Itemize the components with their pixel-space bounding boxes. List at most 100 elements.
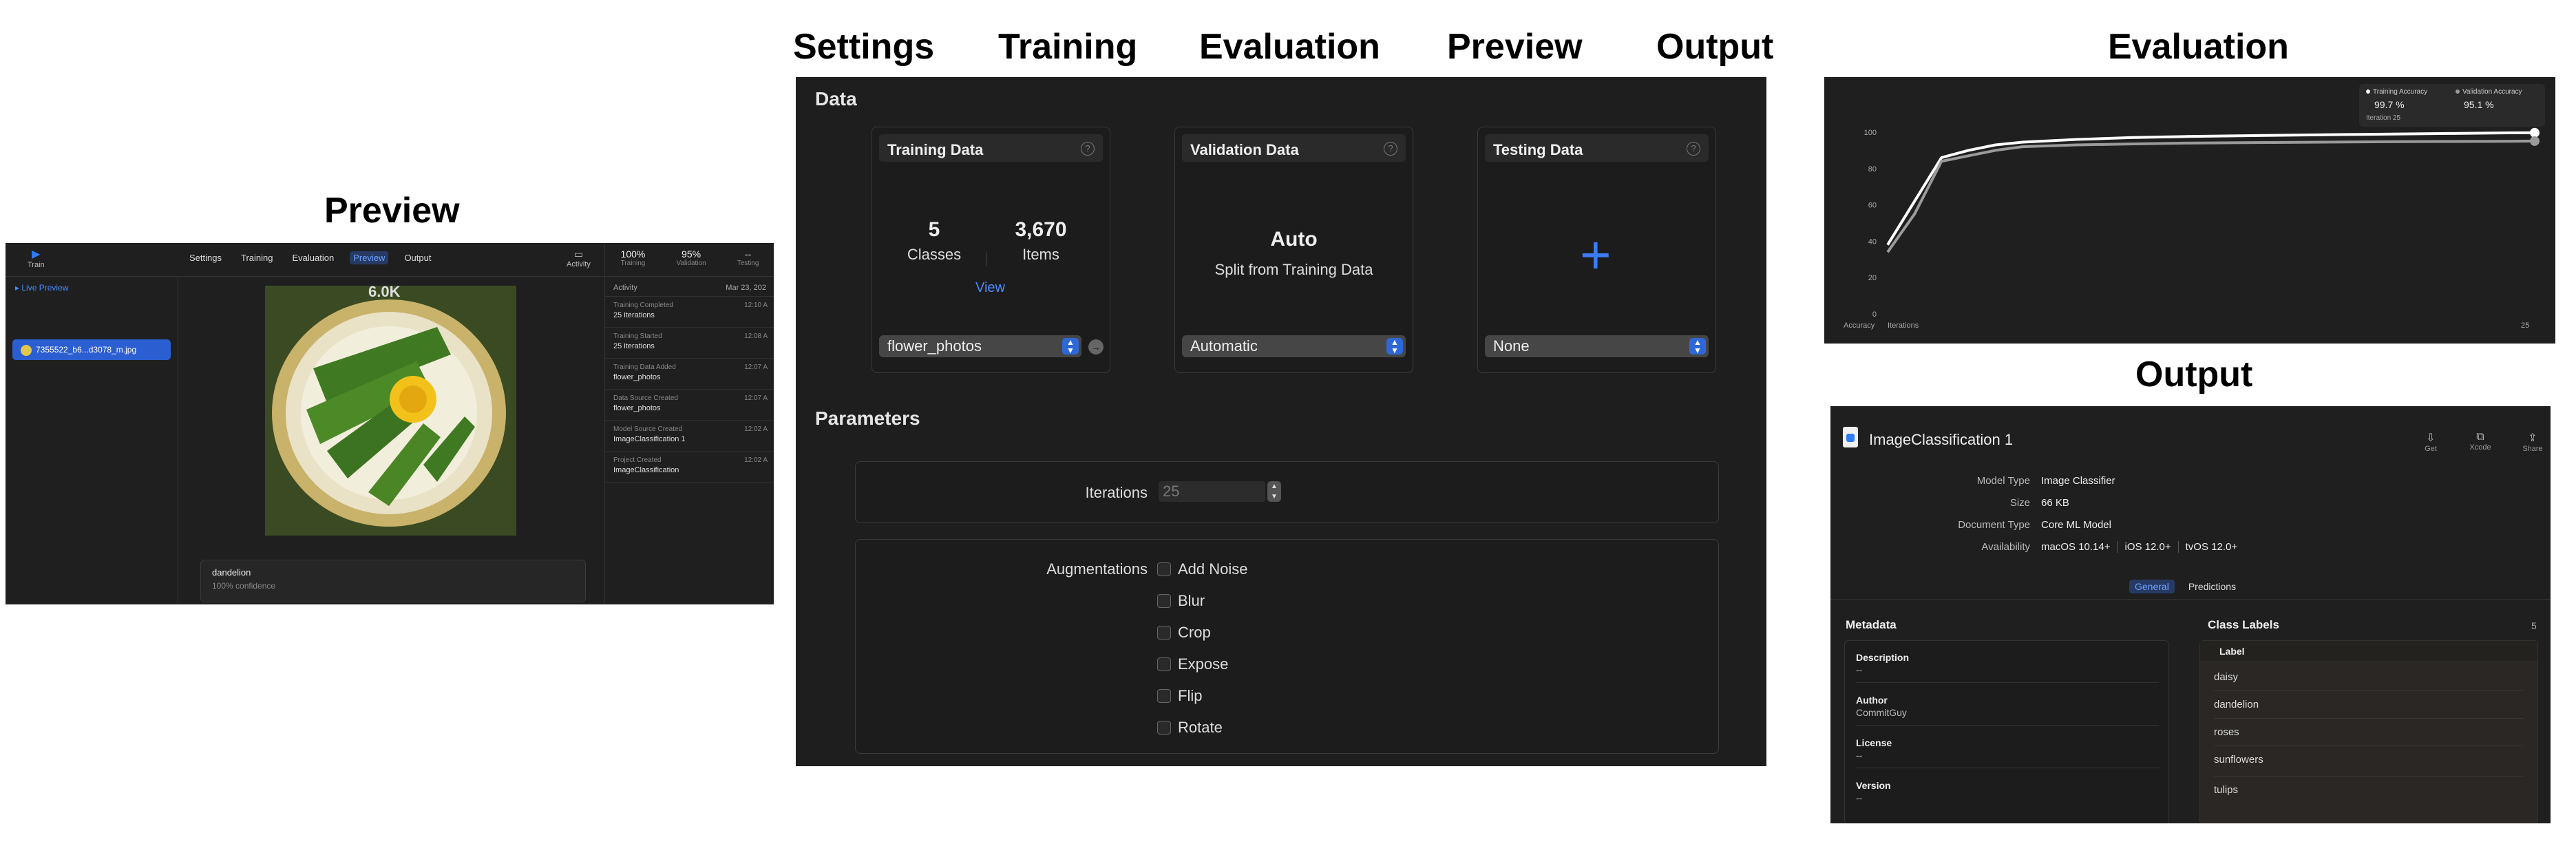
- activity-row[interactable]: Project Created ImageClassification 12:0…: [605, 452, 774, 483]
- settings-window: Data Training Data ? 5 Classes 3,670 Ite…: [796, 77, 1766, 766]
- class-label-row[interactable]: dandelion: [2214, 699, 2259, 710]
- help-icon[interactable]: ?: [1081, 142, 1095, 156]
- checkbox[interactable]: [1157, 626, 1171, 640]
- augmentation-crop[interactable]: Crop: [1157, 624, 1211, 642]
- augmentation-label: Expose: [1178, 655, 1229, 673]
- play-icon: ▶: [32, 249, 41, 260]
- sidebar-toggle-icon: ▭: [573, 249, 584, 260]
- augmentations-label: Augmentations: [1046, 560, 1148, 578]
- training-data-popup[interactable]: flower_photos ▲ ▼: [879, 335, 1081, 357]
- legend-training: Training Accuracy: [2366, 88, 2427, 96]
- class-label-row[interactable]: roses: [2214, 726, 2239, 738]
- items-count: 3,670: [1015, 218, 1067, 241]
- class-label-row[interactable]: sunflowers: [2214, 754, 2263, 766]
- share-button[interactable]: ⇪ Share: [2519, 431, 2546, 453]
- checkbox[interactable]: [1157, 562, 1171, 576]
- preview-image: 6.0K: [265, 286, 516, 536]
- get-button[interactable]: ⇩ Get: [2417, 431, 2445, 453]
- testing-data-popup[interactable]: None ▲ ▼: [1485, 335, 1709, 357]
- metadata-key: License: [1856, 737, 1892, 748]
- class-label-row[interactable]: daisy: [2214, 671, 2238, 683]
- tab-general[interactable]: General: [2129, 580, 2175, 593]
- activity-row[interactable]: Training Completed 25 iterations 12:10 A: [605, 297, 774, 328]
- augmentation-rotate[interactable]: Rotate: [1157, 719, 1223, 737]
- checkbox[interactable]: [1157, 594, 1171, 608]
- preview-toolbar: ▶ Train Settings Training Evaluation Pre…: [6, 243, 604, 277]
- activity-row[interactable]: Training Started 25 iterations 12:08 A: [605, 328, 774, 359]
- activity-row-time: 12:07 A: [744, 394, 768, 402]
- stat-label: Training: [620, 260, 646, 267]
- image-file-icon: [21, 344, 32, 356]
- help-icon[interactable]: ?: [1687, 142, 1700, 156]
- augmentation-add-noise[interactable]: Add Noise: [1157, 560, 1248, 578]
- activity-row[interactable]: Training Data Added flower_photos 12:07 …: [605, 359, 774, 390]
- help-icon[interactable]: ?: [1384, 142, 1397, 156]
- live-preview-item[interactable]: ▸ Live Preview: [15, 283, 68, 293]
- training-data-title: Training Data: [887, 141, 984, 158]
- class-labels-count: 5: [2531, 620, 2537, 631]
- class-labels-header: Label: [2200, 641, 2537, 662]
- model-document-icon: [1843, 427, 1858, 447]
- activity-row[interactable]: Data Source Created flower_photos 12:07 …: [605, 390, 774, 421]
- testing-data-card-header: Testing Data ?: [1485, 134, 1709, 162]
- tab-predictions[interactable]: Predictions: [2183, 580, 2241, 593]
- chevron-up-down-icon: ▲ ▼: [1386, 338, 1403, 355]
- iterations-stepper[interactable]: ▲ ▼: [1267, 481, 1281, 502]
- legend-training-label: Training Accuracy: [2373, 88, 2428, 96]
- train-button[interactable]: ▶ Train: [28, 247, 45, 269]
- activity-row-detail: ImageClassification 1: [613, 435, 686, 443]
- augmentation-blur[interactable]: Blur: [1157, 592, 1205, 610]
- evaluation-section-title: Evaluation: [1199, 27, 1380, 67]
- xcode-label: Xcode: [2469, 443, 2491, 452]
- y-tick-label: 60: [1868, 202, 1877, 210]
- checkbox[interactable]: [1157, 657, 1171, 671]
- metadata-value: --: [1856, 664, 1863, 675]
- activity-row-detail: 25 iterations: [613, 311, 655, 319]
- tab-preview[interactable]: Preview: [350, 251, 389, 264]
- metadata-heading: Metadata: [1846, 618, 1897, 631]
- validation-data-popup[interactable]: Automatic ▲ ▼: [1182, 335, 1406, 357]
- stat-label: Testing: [737, 260, 759, 267]
- metadata-key: Description: [1856, 652, 1910, 663]
- chevron-up-down-icon: ▲ ▼: [1689, 338, 1706, 355]
- augmentation-flip[interactable]: Flip: [1157, 687, 1202, 705]
- checkbox[interactable]: [1157, 689, 1171, 703]
- get-icon: ⇩: [2426, 432, 2436, 444]
- augmentation-label: Flip: [1178, 687, 1203, 704]
- activity-button[interactable]: ▭ Activity: [567, 249, 591, 268]
- data-heading: Data: [815, 88, 857, 109]
- checkbox[interactable]: [1157, 721, 1171, 735]
- tab-separator: [1830, 599, 2551, 600]
- legend-validation-label: Validation Accuracy: [2462, 88, 2522, 96]
- tab-training[interactable]: Training: [237, 251, 276, 264]
- activity-row-time: 12:02 A: [744, 456, 768, 464]
- training-section-title: Training: [998, 27, 1138, 67]
- tab-settings[interactable]: Settings: [186, 251, 225, 264]
- activity-title: Activity: [613, 284, 637, 292]
- activity-row[interactable]: Model Source Created ImageClassification…: [605, 421, 774, 452]
- activity-pane: 100% Training 95% Validation -- Testing …: [604, 243, 774, 604]
- validation-data-card: Validation Data ? Auto Split from Traini…: [1174, 127, 1413, 373]
- availability-macos: macOS 10.14+: [2041, 541, 2118, 553]
- metadata-divider: [1856, 725, 2159, 726]
- preview-file-item[interactable]: 7355522_b6...d3078_m.jpg: [12, 339, 171, 360]
- augmentation-expose[interactable]: Expose: [1157, 655, 1228, 673]
- classes-count: 5: [928, 218, 940, 241]
- class-label-row[interactable]: tulips: [2214, 784, 2238, 796]
- class-labels-column: Label: [2219, 646, 2245, 657]
- go-arrow-icon[interactable]: →: [1088, 339, 1104, 355]
- stat-divider: [986, 253, 987, 266]
- preview-section-title: Preview: [324, 191, 460, 231]
- iterations-field[interactable]: 25: [1159, 481, 1265, 502]
- xcode-button[interactable]: ⧉ Xcode: [2467, 431, 2494, 452]
- view-link[interactable]: View: [975, 280, 1005, 296]
- xcode-icon: ⧉: [2476, 431, 2484, 443]
- tab-evaluation[interactable]: Evaluation: [288, 251, 337, 264]
- augmentation-label: Add Noise: [1178, 560, 1248, 578]
- validation-data-title: Validation Data: [1190, 141, 1299, 158]
- augmentation-label: Crop: [1178, 624, 1211, 641]
- tab-output[interactable]: Output: [401, 251, 434, 264]
- activity-row-title: Training Completed: [613, 302, 673, 309]
- result-label: dandelion: [212, 567, 251, 578]
- add-testing-data-icon[interactable]: +: [1580, 224, 1612, 286]
